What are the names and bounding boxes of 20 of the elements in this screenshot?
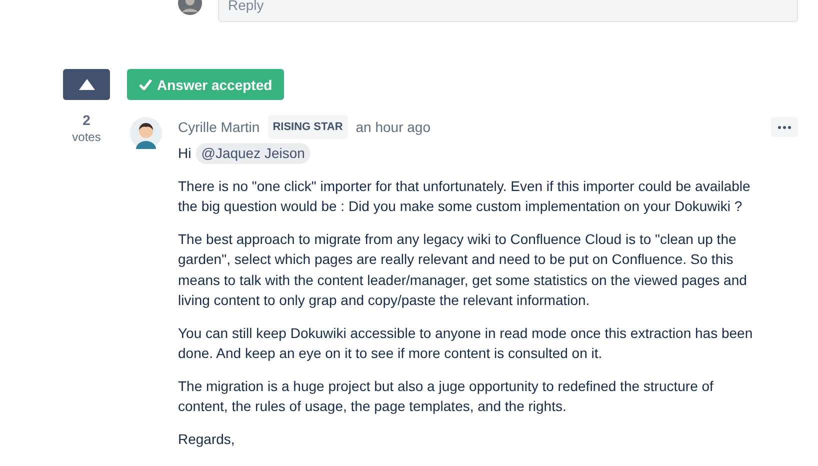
answer-accepted-badge: Answer accepted bbox=[127, 69, 284, 100]
votes-label: votes bbox=[72, 129, 101, 145]
rank-badge: RISING STAR bbox=[268, 114, 348, 140]
vote-count: 2 bbox=[82, 111, 90, 129]
checkmark-icon bbox=[139, 79, 152, 90]
avatar-icon bbox=[130, 117, 162, 149]
upvote-button[interactable] bbox=[63, 69, 110, 100]
more-icon bbox=[778, 126, 791, 128]
post-time: an hour ago bbox=[356, 118, 430, 137]
answer-paragraph: You can still keep Dokuwiki accessible to anyone in read mode once this extraction has been done. And keep an eye on it to see if more content is consulted on it. bbox=[178, 324, 754, 363]
greeting-text: Hi bbox=[178, 144, 192, 163]
sign-off-text: Regards, bbox=[178, 430, 236, 449]
answer-paragraph: There is no "one click" importer for that unfortunately. Even if this importer could be available the big question would be : Did you make some custom implementation on your Dokuwiki ? bbox=[178, 176, 752, 216]
user-mention[interactable]: @Jaquez Jeison bbox=[196, 143, 310, 164]
more-button[interactable] bbox=[771, 117, 798, 137]
answer-paragraph: The migration is a huge project but also a juge opportunity to redefined the structure of content, the rules of usage, the page templates, and the rights. bbox=[178, 376, 714, 416]
up-triangle-icon bbox=[78, 79, 94, 90]
answer-paragraph: The best approach to migrate from any legacy wiki to Confluence Cloud is to "clean up the garden", select which pages are really relevant and need to be put on Confluence. So this means to talk with the content leader/manager, get some statistics on the viewed pages and living content to only grap and copy/paste the relevant information. bbox=[178, 230, 748, 310]
reply-field[interactable]: Reply bbox=[218, 0, 798, 22]
author-name[interactable]: Cyrille Martin bbox=[178, 116, 260, 138]
